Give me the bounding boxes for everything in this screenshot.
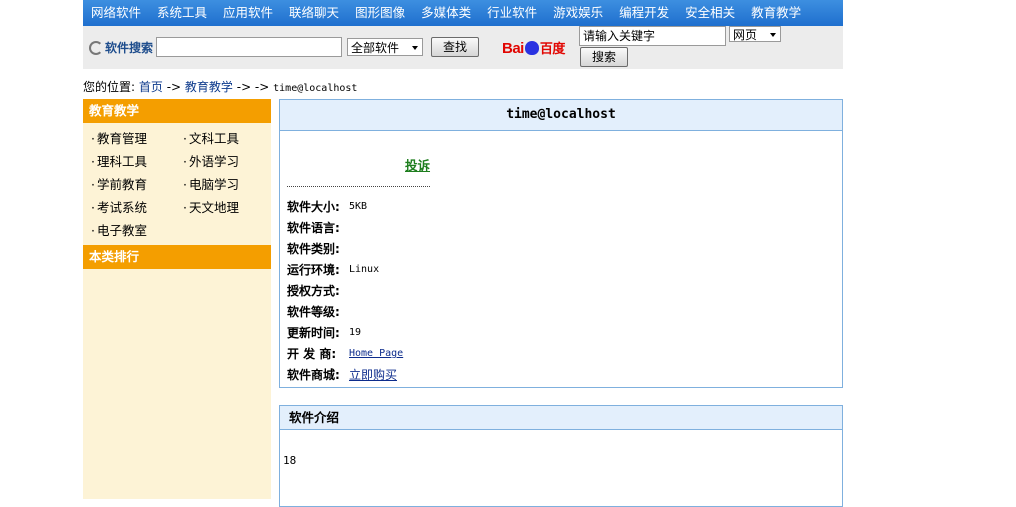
info-row-category: 软件类别: — [287, 242, 340, 256]
nav-item-education[interactable]: 教育教学 — [743, 0, 809, 26]
software-search-label: 软件搜索 — [89, 39, 153, 56]
nav-item-chat[interactable]: 联络聊天 — [281, 0, 347, 26]
sidebar-item-astronomy-geography[interactable]: 天文地理 — [183, 196, 275, 219]
page: 网络软件 系统工具 应用软件 联络聊天 图形图像 多媒体类 行业软件 游戏娱乐 … — [83, 0, 843, 507]
sidebar-item-preschool[interactable]: 学前教育 — [91, 173, 183, 196]
sidebar-ranking-title: 本类排行 — [83, 245, 271, 269]
software-info-list: 软件大小: 5KB 软件语言: 软件类别: 运行环境: Linux 授权方式: 软件… — [287, 196, 403, 385]
sidebar-item-computer-learning[interactable]: 电脑学习 — [183, 173, 275, 196]
info-row-language: 软件语言: — [287, 221, 340, 235]
sidebar-category-title: 教育教学 — [83, 99, 271, 123]
breadcrumb-category-link[interactable]: 教育教学 — [185, 80, 233, 94]
software-intro-panel: 软件介绍 18 — [279, 405, 843, 507]
info-row-environment: 运行环境: Linux — [287, 263, 380, 277]
sidebar-item-liberal-arts-tools[interactable]: 文科工具 — [183, 127, 275, 150]
nav-item-graphics[interactable]: 图形图像 — [347, 0, 413, 26]
baidu-search-input[interactable] — [579, 26, 726, 46]
sidebar-item-foreign-language[interactable]: 外语学习 — [183, 150, 275, 173]
breadcrumb-home-link[interactable]: 首页 — [139, 80, 163, 94]
baidu-paw-icon — [524, 41, 539, 55]
info-row-updated: 更新时间: 19 — [287, 326, 362, 340]
breadcrumb-current: time@localhost — [273, 83, 358, 94]
sidebar-item-exam-system[interactable]: 考试系统 — [91, 196, 183, 219]
nav-item-games[interactable]: 游戏娱乐 — [545, 0, 611, 26]
software-detail-panel: time@localhost 投诉 软件大小: 5KB 软件语言: 软件类别: 运… — [279, 99, 843, 388]
developer-homepage-link[interactable]: Home Page — [349, 348, 403, 359]
chevron-down-icon — [770, 33, 776, 37]
buy-now-link[interactable]: 立即购买 — [349, 366, 397, 383]
detail-header: time@localhost — [280, 100, 842, 131]
sidebar-item-education-management[interactable]: 教育管理 — [91, 127, 183, 150]
nav-item-industry[interactable]: 行业软件 — [479, 0, 545, 26]
intro-text: 18 — [283, 454, 297, 467]
software-search-input[interactable] — [156, 37, 342, 57]
info-row-license: 授权方式: — [287, 284, 340, 298]
search-bar: 软件搜索 全部软件 查找 Bai百度 网页 搜索 — [83, 26, 843, 69]
sidebar-item-science-tools[interactable]: 理科工具 — [91, 150, 183, 173]
find-button[interactable]: 查找 — [431, 37, 479, 57]
info-row-store: 软件商城: 立即购买 — [287, 366, 398, 383]
nav-item-programming[interactable]: 编程开发 — [611, 0, 677, 26]
intro-title: 软件介绍 — [289, 410, 340, 425]
baidu-search-button[interactable]: 搜索 — [580, 47, 628, 67]
nav-item-applications[interactable]: 应用软件 — [215, 0, 281, 26]
software-title: time@localhost — [506, 107, 616, 122]
baidu-logo: Bai 百度 — [502, 40, 565, 57]
chevron-down-icon — [412, 46, 418, 50]
top-nav: 网络软件 系统工具 应用软件 联络聊天 图形图像 多媒体类 行业软件 游戏娱乐 … — [83, 0, 843, 26]
category-select[interactable]: 全部软件 — [347, 38, 423, 56]
sidebar-subcategory-list: 教育管理 文科工具 理科工具 外语学习 学前教育 电脑学习 考试系统 天文地理 … — [83, 123, 271, 245]
complain-link[interactable]: 投诉 — [405, 155, 430, 174]
info-row-developer: 开 发 商: Home Page — [287, 347, 404, 361]
nav-item-system-tools[interactable]: 系统工具 — [149, 0, 215, 26]
sidebar-item-e-classroom[interactable]: 电子教室 — [91, 219, 183, 242]
dotted-divider — [287, 186, 430, 187]
breadcrumb: 您的位置: 首页 -> 教育教学 -> -> time@localhost — [83, 80, 358, 94]
nav-item-security[interactable]: 安全相关 — [677, 0, 743, 26]
sidebar: 教育教学 教育管理 文科工具 理科工具 外语学习 学前教育 电脑学习 考试系统 … — [83, 99, 271, 499]
nav-item-multimedia[interactable]: 多媒体类 — [413, 0, 479, 26]
baidu-type-select[interactable]: 网页 — [729, 26, 781, 42]
nav-item-network-software[interactable]: 网络软件 — [83, 0, 149, 26]
intro-header: 软件介绍 — [280, 406, 842, 430]
search-icon — [89, 40, 103, 55]
info-row-size: 软件大小: 5KB — [287, 200, 368, 214]
info-row-rating: 软件等级: — [287, 305, 340, 319]
